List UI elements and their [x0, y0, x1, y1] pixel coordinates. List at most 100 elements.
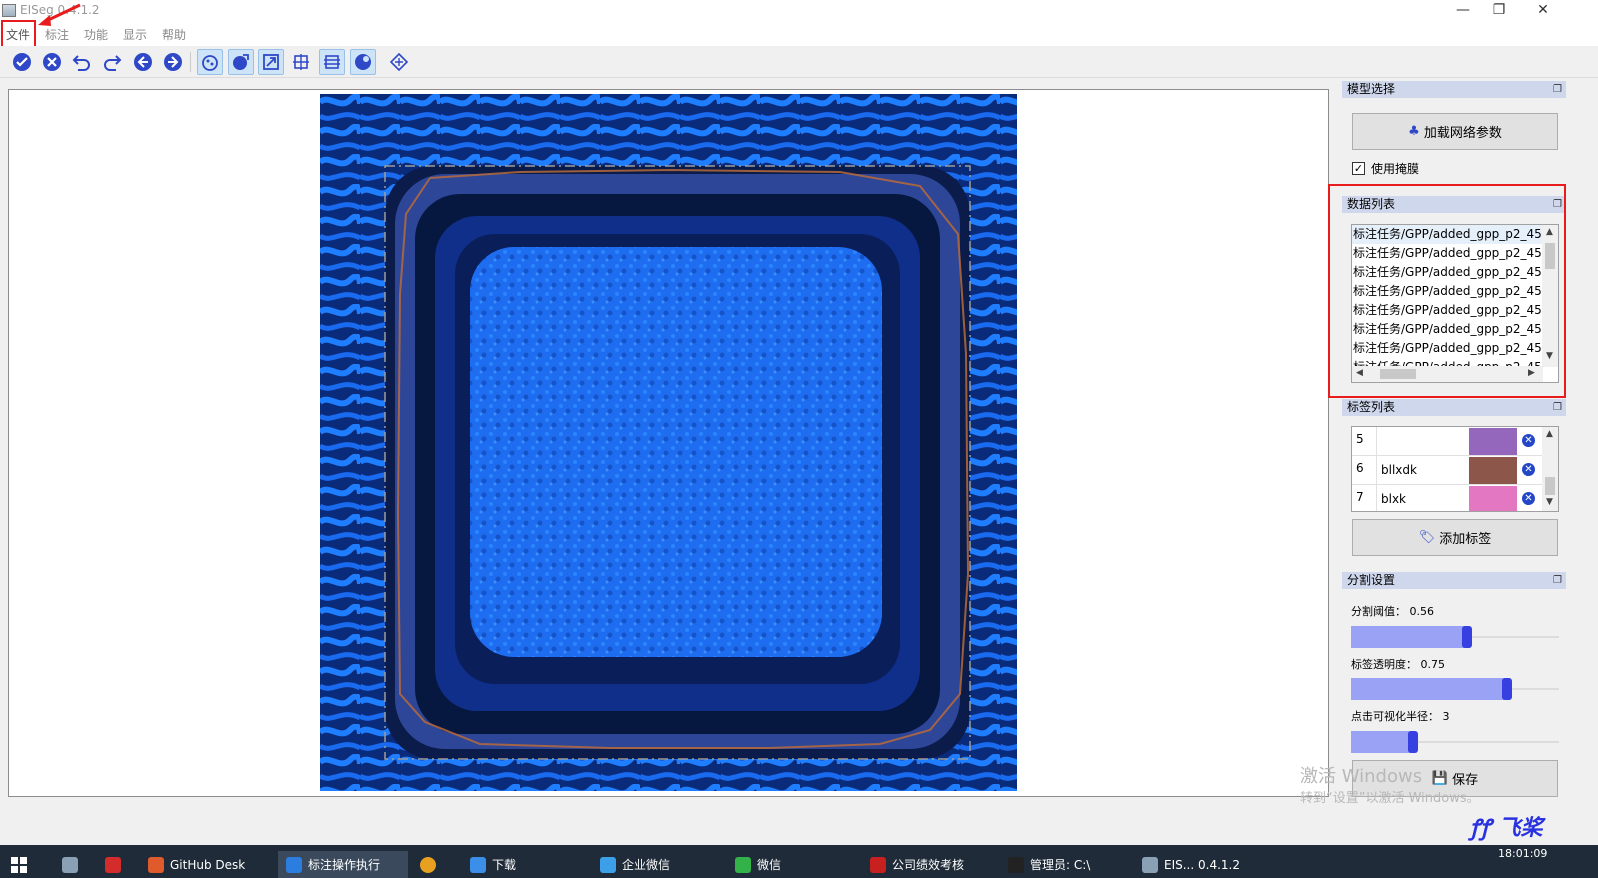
delete-label-icon[interactable]: ✕ — [1522, 492, 1535, 505]
undo-icon[interactable] — [69, 49, 95, 75]
app-icon[interactable] — [105, 851, 127, 878]
label-index: 6 — [1356, 461, 1364, 475]
label-index: 5 — [1356, 432, 1364, 446]
slider-handle[interactable] — [1462, 626, 1472, 648]
slider-handle[interactable] — [1502, 678, 1512, 700]
save-pseudo-icon[interactable] — [288, 49, 314, 75]
title-bar: EISeg 0.4.1.2 — ❐ ✕ — [0, 0, 1598, 22]
save-gray-icon[interactable] — [319, 49, 345, 75]
taskbar-item[interactable]: 标注操作执行 — [278, 851, 408, 878]
use-mask-checkbox[interactable]: ✓ 使用掩膜 — [1352, 159, 1419, 177]
tag-icon: 🏷 — [1418, 530, 1436, 545]
label-name[interactable] — [1376, 427, 1468, 455]
vertical-scrollbar[interactable]: ▲ ▼ — [1542, 427, 1558, 511]
model-panel-title: 模型选择 ❐ — [1342, 81, 1566, 98]
image-canvas[interactable] — [320, 94, 1017, 791]
delete-label-icon[interactable]: ✕ — [1522, 463, 1535, 476]
segmentation-image[interactable] — [320, 94, 1017, 791]
taskbar-item[interactable]: 管理员: C:\ — [1008, 851, 1136, 878]
menu-function[interactable]: 功能 — [84, 26, 108, 43]
seg-panel-title: 分割设置 ❐ — [1342, 572, 1566, 589]
menu-help[interactable]: 帮助 — [162, 26, 186, 43]
taskbar: GitHub Desk 标注操作执行 下载 企业微信 微信 公司绩效考核 管理员… — [0, 845, 1598, 878]
label-name[interactable]: bllxdk — [1376, 456, 1468, 484]
paddle-logo: ꝭꝭ 飞桨 — [1470, 816, 1543, 841]
threshold-slider[interactable] — [1351, 626, 1559, 648]
clear-icon[interactable] — [39, 49, 65, 75]
label-index: 7 — [1356, 490, 1364, 504]
slider-fill — [1351, 678, 1507, 700]
float-icon[interactable]: ❐ — [1553, 572, 1562, 589]
calculator-icon[interactable] — [62, 851, 84, 878]
use-mask-label: 使用掩膜 — [1371, 161, 1420, 176]
label-panel-title-text: 标签列表 — [1347, 400, 1396, 414]
save-button-label: 保存 — [1452, 773, 1479, 788]
prev-image-icon[interactable] — [130, 49, 156, 75]
next-image-icon[interactable] — [160, 49, 186, 75]
app-icon — [2, 4, 16, 17]
network-icon: ♣ — [1408, 124, 1420, 139]
taskbar-item[interactable]: 企业微信 — [600, 851, 725, 878]
label-name[interactable]: blxk — [1376, 485, 1468, 511]
activation-watermark-sub: 转到“设置”以激活 Windows。 — [1300, 791, 1480, 806]
radius-value: 3 — [1442, 710, 1450, 723]
redo-icon[interactable] — [99, 49, 125, 75]
menu-bar: 文件 标注 功能 显示 帮助 — [0, 22, 1598, 46]
radius-slider[interactable] — [1351, 731, 1559, 753]
scroll-up-icon[interactable]: ▲ — [1546, 429, 1553, 439]
label-color-swatch[interactable] — [1469, 486, 1517, 511]
save-mask-icon[interactable] — [228, 49, 254, 75]
label-color-swatch[interactable] — [1469, 457, 1517, 484]
label-color-swatch[interactable] — [1469, 428, 1517, 455]
load-model-button[interactable]: ♣ 加载网络参数 — [1352, 113, 1558, 150]
radius-label: 点击可视化半径： 3 — [1351, 710, 1450, 723]
toolbar-separator — [190, 52, 191, 72]
toolbar — [0, 46, 1598, 78]
taskbar-item[interactable]: 公司绩效考核 — [870, 851, 1000, 878]
activation-watermark: 激活 Windows — [1300, 766, 1423, 787]
menu-annotate[interactable]: 标注 — [45, 26, 69, 43]
add-label-button-label: 添加标签 — [1439, 532, 1492, 547]
save-icon: 💾 — [1431, 771, 1449, 786]
opacity-label: 标签透明度： 0.75 — [1351, 658, 1446, 671]
checkbox-icon[interactable]: ✓ — [1352, 161, 1365, 175]
menu-display[interactable]: 显示 — [123, 26, 147, 43]
load-model-button-label: 加载网络参数 — [1423, 126, 1502, 141]
scroll-down-icon[interactable]: ▼ — [1546, 497, 1553, 507]
seg-panel-title-text: 分割设置 — [1347, 573, 1396, 587]
opacity-slider[interactable] — [1351, 678, 1559, 700]
label-row[interactable]: 5 ✕ — [1352, 427, 1542, 456]
scroll-thumb[interactable] — [1545, 477, 1555, 495]
threshold-value: 0.56 — [1409, 605, 1435, 618]
add-label-button[interactable]: 🏷 添加标签 — [1352, 519, 1558, 556]
auto-save-icon[interactable] — [197, 49, 223, 75]
taskbar-item[interactable]: EIS... 0.4.1.2 — [1142, 851, 1267, 878]
weather-icon[interactable] — [420, 851, 442, 878]
slider-handle[interactable] — [1408, 731, 1418, 753]
clock[interactable]: 18:01:09 — [1498, 847, 1547, 860]
start-icon[interactable] — [10, 851, 28, 878]
label-table[interactable]: 5 ✕ 6 bllxdk ✕ 7 blxk ✕ ▲ ▼ — [1351, 426, 1559, 512]
highlight-file-menu — [1, 20, 36, 48]
taskbar-item[interactable]: 微信 — [735, 851, 860, 878]
label-row[interactable]: 7 blxk ✕ — [1352, 485, 1542, 511]
float-icon[interactable]: ❐ — [1553, 399, 1562, 416]
finish-icon[interactable] — [9, 49, 35, 75]
delete-label-icon[interactable]: ✕ — [1522, 434, 1535, 447]
opacity-value: 0.75 — [1420, 658, 1446, 671]
annotation-arrow-icon — [38, 3, 81, 26]
threshold-label: 分割阈值： 0.56 — [1351, 605, 1435, 618]
slider-fill — [1351, 626, 1467, 648]
close-button[interactable]: ✕ — [1520, 0, 1566, 22]
taskbar-item[interactable]: GitHub Desk — [148, 851, 273, 878]
label-row[interactable]: 6 bllxdk ✕ — [1352, 456, 1542, 485]
language-icon[interactable] — [386, 49, 412, 75]
save-json-icon[interactable] — [350, 49, 376, 75]
float-icon[interactable]: ❐ — [1553, 81, 1562, 98]
taskbar-item[interactable]: 下载 — [470, 851, 585, 878]
label-panel-title: 标签列表 ❐ — [1342, 399, 1566, 416]
model-panel-title-text: 模型选择 — [1347, 82, 1396, 96]
save-coco-icon[interactable] — [258, 49, 284, 75]
maximize-button[interactable]: ❐ — [1476, 0, 1522, 22]
slider-fill — [1351, 731, 1413, 753]
